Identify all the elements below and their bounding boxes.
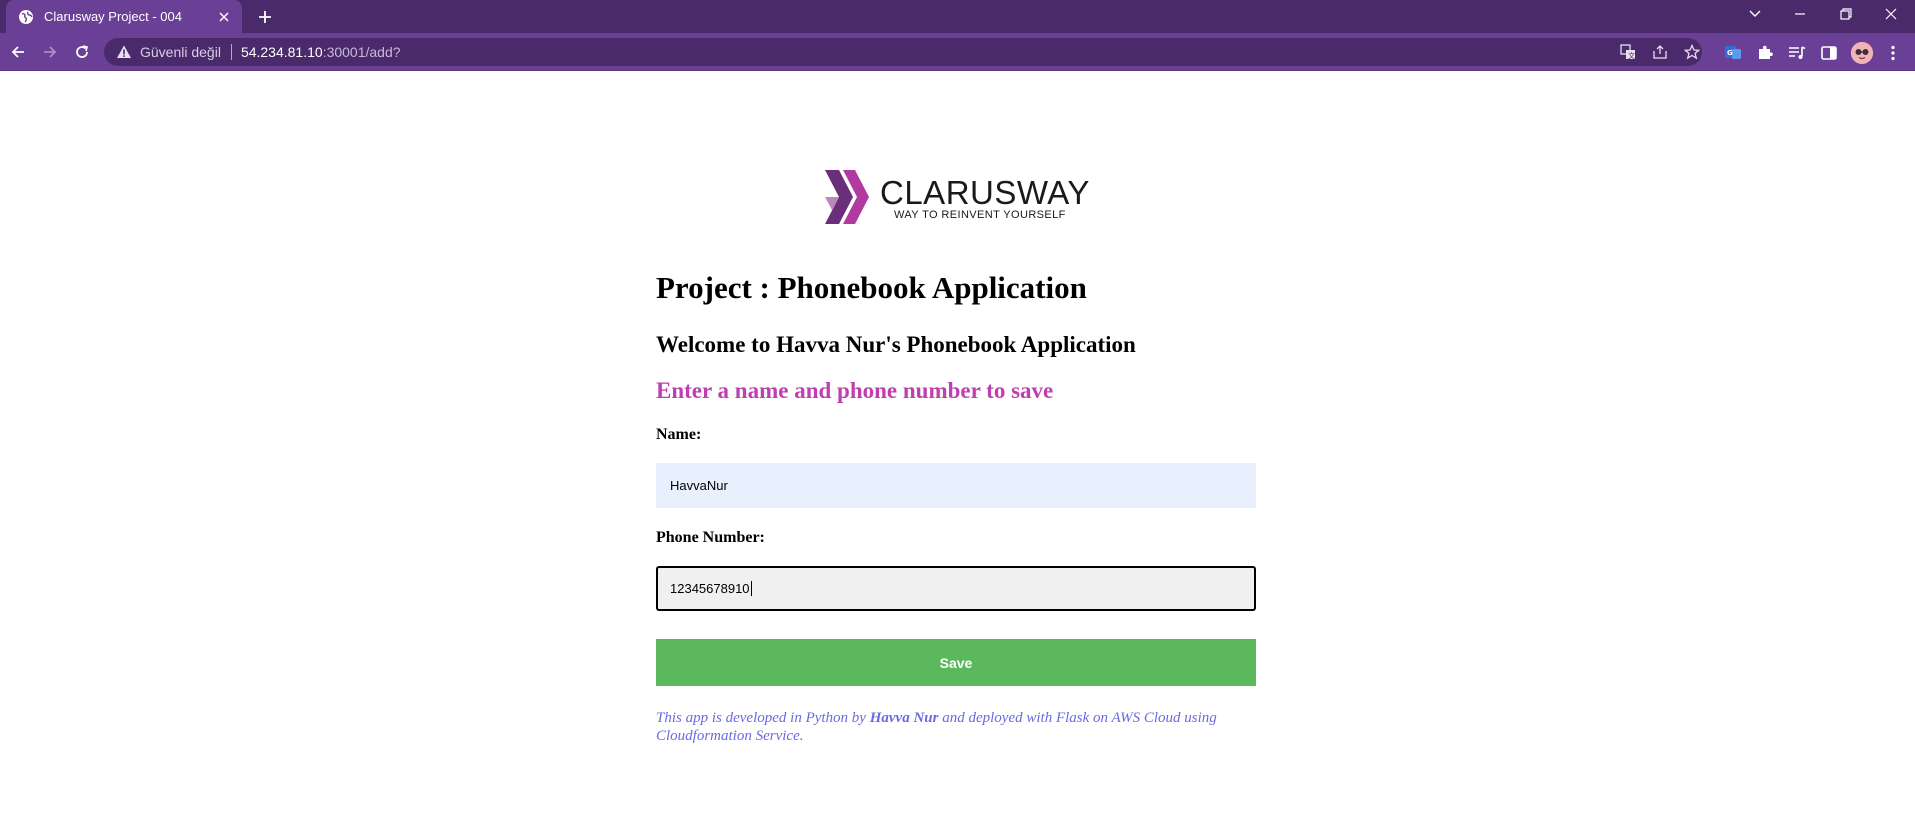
logo-chevron-icon (825, 170, 869, 224)
tab-title: Clarusway Project - 004 (44, 9, 182, 24)
svg-text:G: G (1727, 49, 1733, 57)
globe-icon (18, 9, 34, 25)
puzzle-icon[interactable] (1756, 44, 1774, 62)
sidepanel-icon[interactable] (1820, 44, 1838, 62)
kebab-menu-icon[interactable] (1884, 44, 1902, 62)
extension-badge-icon[interactable]: G (1724, 44, 1742, 62)
share-icon[interactable] (1652, 44, 1668, 60)
save-button[interactable]: Save (656, 639, 1256, 686)
security-label[interactable]: Güvenli değil (140, 44, 221, 60)
footer-note: This app is developed in Python by Havva… (656, 709, 1256, 745)
phone-input-value: 12345678910 (670, 581, 750, 596)
chevron-down-icon[interactable] (1733, 0, 1777, 28)
logo-tagline: WAY TO REINVENT YOURSELF (894, 209, 1066, 221)
warning-icon[interactable] (116, 44, 132, 60)
text-caret (750, 581, 752, 596)
phone-input[interactable]: 12345678910 (656, 566, 1256, 611)
url-path: :30001/add? (322, 44, 401, 60)
footer-author: Havva Nur (869, 710, 939, 726)
url-host: 54.234.81.10 (240, 44, 323, 60)
svg-text:文: 文 (1628, 51, 1635, 60)
phone-label: Phone Number: (656, 529, 765, 546)
name-input[interactable]: HavvaNur (656, 463, 1256, 508)
logo-name: CLARUSWAY (880, 174, 1090, 211)
media-queue-icon[interactable] (1788, 44, 1806, 62)
instruction-heading: Enter a name and phone number to save (656, 378, 1054, 403)
forward-arrow-icon[interactable] (38, 40, 62, 64)
translate-icon[interactable]: 文 (1620, 44, 1636, 60)
tab-strip: Clarusway Project - 004 (0, 0, 1915, 33)
name-input-value: HavvaNur (670, 478, 728, 493)
minimize-icon[interactable] (1778, 0, 1822, 28)
browser-tab[interactable]: Clarusway Project - 004 (6, 0, 242, 33)
restore-icon[interactable] (1824, 0, 1868, 28)
name-label: Name: (656, 426, 702, 443)
plus-icon[interactable] (254, 6, 276, 28)
address-bar[interactable]: Güvenli değil 54.234.81.10 :30001/add? 文 (104, 38, 1702, 66)
welcome-heading: Welcome to Havva Nur's Phonebook Applica… (656, 332, 1136, 357)
reload-icon[interactable] (70, 40, 94, 64)
close-window-icon[interactable] (1869, 0, 1913, 28)
browser-toolbar: Güvenli değil 54.234.81.10 :30001/add? 文… (0, 33, 1915, 71)
profile-avatar[interactable] (1851, 42, 1873, 64)
close-icon[interactable] (216, 9, 232, 25)
footer-text-start: This app is developed in Python by (656, 710, 870, 726)
star-icon[interactable] (1684, 44, 1700, 60)
clarusway-logo: CLARUSWAY WAY TO REINVENT YOURSELF (825, 170, 1090, 226)
page-title: Project : Phonebook Application (656, 270, 1087, 305)
back-arrow-icon[interactable] (6, 40, 30, 64)
divider (230, 44, 232, 60)
